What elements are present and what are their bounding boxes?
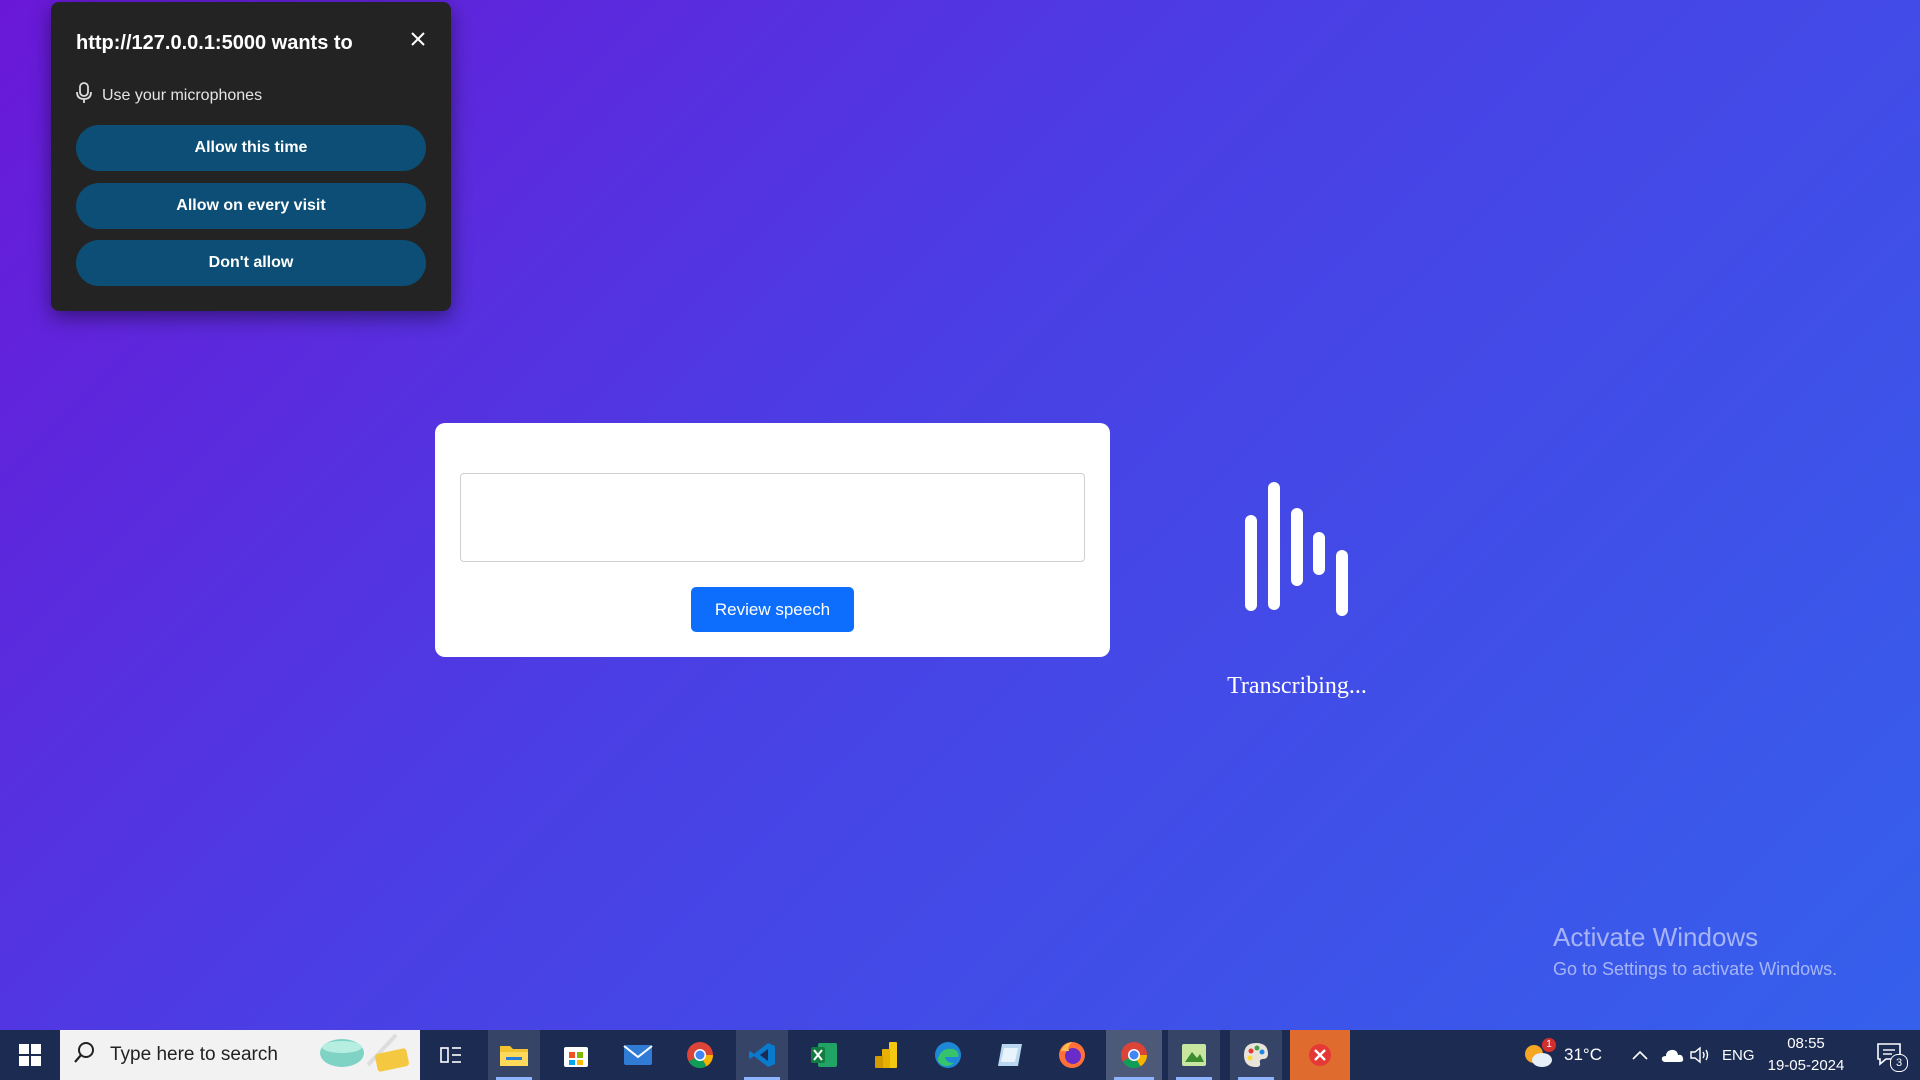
weather-icon: 1 (1522, 1038, 1556, 1070)
clock-time: 08:55 (1787, 1035, 1825, 1052)
permission-label: Use your microphones (102, 86, 263, 104)
page-background: http://127.0.0.1:5000 wants to Use your … (0, 0, 1920, 1030)
start-icon[interactable] (0, 1030, 60, 1080)
language-indicator[interactable]: ENG (1722, 1030, 1755, 1080)
search-placeholder: Type here to search (110, 1044, 278, 1065)
microphone-icon (76, 82, 92, 109)
notification-count: 3 (1890, 1054, 1908, 1072)
permission-row: Use your microphones (76, 82, 262, 109)
taskbar: Type here to search 1 31°C ENG 08:55 19-… (0, 1030, 1920, 1080)
app-icon[interactable] (1168, 1030, 1220, 1080)
firefox-icon[interactable] (1046, 1030, 1098, 1080)
visualizer-bar (1336, 550, 1348, 616)
powerbi-icon[interactable] (860, 1030, 912, 1080)
review-speech-button[interactable]: Review speech (691, 587, 854, 632)
onedrive-icon[interactable] (1660, 1030, 1684, 1080)
visualizer-bar (1313, 532, 1325, 575)
clock-date: 19-05-2024 (1767, 1057, 1845, 1074)
allow-every-visit-button[interactable]: Allow on every visit (76, 183, 426, 229)
app-icon[interactable] (984, 1030, 1036, 1080)
permission-popup: http://127.0.0.1:5000 wants to Use your … (51, 2, 451, 311)
chrome-icon[interactable] (674, 1030, 726, 1080)
transcribing-status: Transcribing... (1227, 673, 1367, 699)
excel-icon[interactable] (798, 1030, 850, 1080)
mail-icon[interactable] (612, 1030, 664, 1080)
clock[interactable]: 08:55 19-05-2024 (1766, 1030, 1846, 1080)
notification-icon[interactable]: 3 (1866, 1030, 1912, 1080)
close-icon[interactable] (403, 24, 433, 54)
visualizer-bar (1291, 508, 1303, 586)
weather-temp: 31°C (1564, 1045, 1602, 1064)
speech-card: Review speech (435, 423, 1110, 657)
watermark-title: Activate Windows (1553, 922, 1759, 952)
chevron-up-icon[interactable] (1632, 1030, 1648, 1080)
taskbar-search[interactable]: Type here to search (60, 1030, 420, 1080)
activate-windows-watermark: Activate Windows Go to Settings to activ… (1553, 922, 1837, 980)
edge-icon[interactable] (922, 1030, 974, 1080)
close-app-icon[interactable] (1290, 1030, 1350, 1080)
search-icon (74, 1041, 96, 1069)
file-explorer-icon[interactable] (488, 1030, 540, 1080)
popup-title: http://127.0.0.1:5000 wants to (76, 32, 353, 54)
speech-textarea[interactable] (460, 473, 1085, 562)
chrome-icon[interactable] (1106, 1030, 1162, 1080)
task-view-icon[interactable] (428, 1030, 474, 1080)
weather-badge: 1 (1542, 1038, 1556, 1052)
weather-widget[interactable]: 1 31°C (1522, 1030, 1602, 1080)
visualizer-bar (1245, 515, 1257, 611)
volume-icon[interactable] (1690, 1030, 1712, 1080)
vscode-icon[interactable] (736, 1030, 788, 1080)
visualizer-bar (1268, 482, 1280, 610)
watermark-subtitle: Go to Settings to activate Windows. (1553, 959, 1838, 979)
search-highlight-icon (314, 1031, 414, 1079)
allow-this-time-button[interactable]: Allow this time (76, 125, 426, 171)
store-icon[interactable] (550, 1030, 602, 1080)
paint-icon[interactable] (1230, 1030, 1282, 1080)
dont-allow-button[interactable]: Don't allow (76, 240, 426, 286)
